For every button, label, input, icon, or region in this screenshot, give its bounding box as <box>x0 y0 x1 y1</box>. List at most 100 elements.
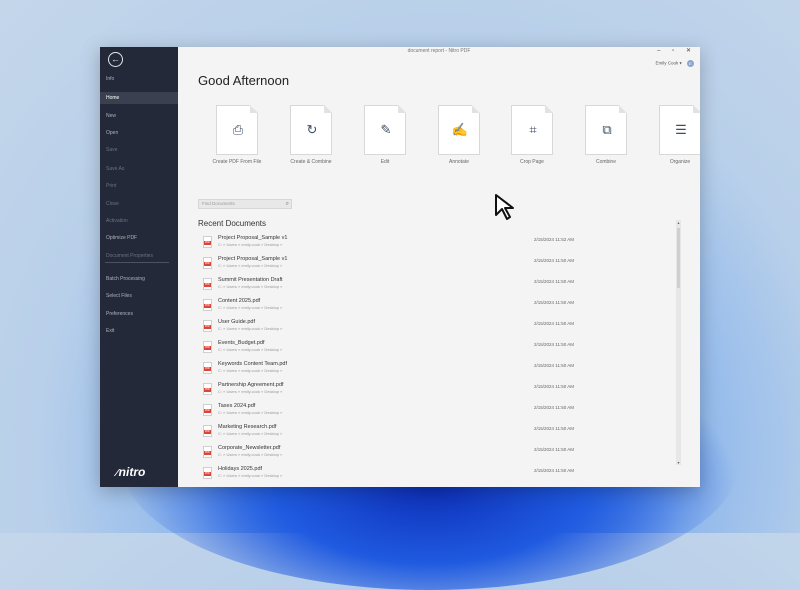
document-date: 2/15/2024 11:50 AM <box>534 468 574 473</box>
document-date: 2/15/2024 11:52 AM <box>534 237 574 242</box>
document-date: 2/15/2024 11:50 AM <box>534 363 574 368</box>
logo-text: nitro <box>118 465 146 479</box>
combine-icon: ⧉ <box>602 122 612 137</box>
list-item[interactable]: PDF Marketing Research.pdf C: » Users » em… <box>200 422 580 442</box>
list-item[interactable]: PDF Taxes 2024.pdf C: » Users » emily.cook… <box>200 401 580 421</box>
document-name[interactable]: Marketing Research.pdf <box>218 424 276 430</box>
document-name[interactable]: Taxes 2024.pdf <box>218 403 255 409</box>
tile-label[interactable]: Combine <box>571 159 641 165</box>
annotate-icon: ✍ <box>451 122 469 137</box>
document-path: C: » Users » emily.cook » Desktop » <box>218 263 283 268</box>
scroll-thumb[interactable] <box>677 228 680 288</box>
scroll-down-icon[interactable]: ▾ <box>676 460 681 465</box>
sidebar-item-batch-processing[interactable]: Batch Processing <box>100 273 178 285</box>
list-item[interactable]: PDF Content 2025.pdf C: » Users » emily.co… <box>200 296 580 316</box>
list-item[interactable]: PDF Corporate_Newsletter.pdf C: » Users » … <box>200 443 580 463</box>
document-name[interactable]: Holidays 2025.pdf <box>218 466 262 472</box>
list-item[interactable]: PDF Holidays 2025.pdf C: » Users » emily.c… <box>200 464 580 484</box>
sidebar-item-optimize-pdf[interactable]: Optimize PDF <box>100 232 178 244</box>
sidebar-item-new[interactable]: New <box>100 110 178 122</box>
document-name[interactable]: Partnership Agreement.pdf <box>218 382 283 388</box>
crop-icon: ⌗ <box>529 122 537 137</box>
document-date: 2/15/2024 11:50 AM <box>534 300 574 305</box>
tile-label[interactable]: Edit <box>350 159 420 165</box>
tile-create-pdf-from-file[interactable]: ⎙ <box>216 105 258 155</box>
sidebar-item-save-as[interactable]: Save As <box>100 163 178 175</box>
list-item[interactable]: PDF Events_Budget.pdf C: » Users » emily.c… <box>200 338 580 358</box>
organize-icon: ☰ <box>675 122 687 137</box>
document-name[interactable]: Keywords Content Team.pdf <box>218 361 287 367</box>
document-date: 2/15/2024 11:50 AM <box>534 342 574 347</box>
document-path: C: » Users » emily.cook » Desktop » <box>218 410 283 415</box>
sidebar-item-select-files[interactable]: Select Files <box>100 290 178 302</box>
sidebar-item-save[interactable]: Save <box>100 144 178 156</box>
document-name[interactable]: Project Proposal_Sample v1 <box>218 235 287 241</box>
scroll-up-icon[interactable]: ▴ <box>676 220 681 225</box>
document-path: C: » Users » emily.cook » Desktop » <box>218 326 283 331</box>
scrollbar[interactable]: ▴ ▾ <box>676 220 681 465</box>
document-path: C: » Users » emily.cook » Desktop » <box>218 347 283 352</box>
document-path: C: » Users » emily.cook » Desktop » <box>218 305 283 310</box>
tile-create-combine[interactable]: ↻ <box>290 105 332 155</box>
pdf-file-icon: PDF <box>203 362 212 374</box>
list-item[interactable]: PDF Project Proposal_Sample v1 C: » Users … <box>200 233 580 253</box>
avatar[interactable]: E <box>687 60 694 67</box>
tile-label[interactable]: Organize <box>645 159 700 165</box>
tile-organize[interactable]: ☰ <box>659 105 700 155</box>
search-input[interactable]: Find Documents ⌕ <box>198 199 292 209</box>
document-date: 2/15/2024 11:50 AM <box>534 405 574 410</box>
pdf-file-icon: PDF <box>203 236 212 248</box>
pdf-file-icon: PDF <box>203 446 212 458</box>
nitro-logo: ⁄nitro <box>116 465 145 479</box>
document-path: C: » Users » emily.cook » Desktop » <box>218 389 283 394</box>
pdf-file-icon: PDF <box>203 383 212 395</box>
document-name[interactable]: Summit Presentation Draft <box>218 277 283 283</box>
pdf-file-icon: PDF <box>203 320 212 332</box>
document-name[interactable]: Project Proposal_Sample v1 <box>218 256 287 262</box>
search-icon[interactable]: ⌕ <box>286 200 289 208</box>
list-item[interactable]: PDF User Guide.pdf C: » Users » emily.cook… <box>200 317 580 337</box>
sidebar-item-preferences[interactable]: Preferences <box>100 308 178 320</box>
sidebar-item-exit[interactable]: Exit <box>100 325 178 337</box>
document-date: 2/15/2024 11:50 AM <box>534 279 574 284</box>
sidebar-item-info[interactable]: Info <box>100 73 178 85</box>
sidebar-item-print[interactable]: Print <box>100 180 178 192</box>
document-date: 2/15/2024 11:50 AM <box>534 258 574 263</box>
recent-documents-title: Recent Documents <box>198 219 267 228</box>
document-date: 2/15/2024 11:50 AM <box>534 384 574 389</box>
document-date: 2/15/2024 11:50 AM <box>534 426 574 431</box>
window-title: document report - Nitro PDF <box>407 48 471 54</box>
pdf-file-icon: PDF <box>203 467 212 479</box>
tile-combine[interactable]: ⧉ <box>585 105 627 155</box>
back-arrow-icon[interactable]: ← <box>108 52 123 67</box>
sidebar-divider <box>105 262 169 263</box>
sidebar: ← Info Home New Open Save Save As Print Close Ac… <box>100 47 178 487</box>
document-date: 2/15/2024 11:50 AM <box>534 321 574 326</box>
document-path: C: » Users » emily.cook » Desktop » <box>218 431 283 436</box>
tile-label[interactable]: Annotate <box>424 159 494 165</box>
tile-edit[interactable]: ✎ <box>364 105 406 155</box>
user-menu[interactable]: Emily Cook ▾ E <box>655 60 694 67</box>
list-item[interactable]: PDF Summit Presentation Draft C: » Users »… <box>200 275 580 295</box>
tile-label[interactable]: Create PDF From File <box>202 159 272 165</box>
pdf-file-icon: PDF <box>203 257 212 269</box>
sidebar-item-close[interactable]: Close <box>100 198 178 210</box>
tile-label[interactable]: Crop Page <box>497 159 567 165</box>
window-controls[interactable]: – ▫ ✕ <box>657 47 696 55</box>
list-item[interactable]: PDF Project Proposal_Sample v1 C: » Users … <box>200 254 580 274</box>
tile-annotate[interactable]: ✍ <box>438 105 480 155</box>
list-item[interactable]: PDF Keywords Content Team.pdf C: » Users »… <box>200 359 580 379</box>
sidebar-item-activation[interactable]: Activation <box>100 215 178 227</box>
user-name[interactable]: Emily Cook ▾ <box>655 61 681 66</box>
document-name[interactable]: Content 2025.pdf <box>218 298 260 304</box>
pdf-file-icon: PDF <box>203 425 212 437</box>
document-name[interactable]: Events_Budget.pdf <box>218 340 264 346</box>
tile-crop-page[interactable]: ⌗ <box>511 105 553 155</box>
sidebar-item-document-properties[interactable]: Document Properties <box>100 250 178 262</box>
sidebar-item-home[interactable]: Home <box>100 92 178 104</box>
document-name[interactable]: Corporate_Newsletter.pdf <box>218 445 280 451</box>
sidebar-item-open[interactable]: Open <box>100 127 178 139</box>
list-item[interactable]: PDF Partnership Agreement.pdf C: » Users »… <box>200 380 580 400</box>
document-name[interactable]: User Guide.pdf <box>218 319 255 325</box>
tile-label[interactable]: Create & Combine <box>276 159 346 165</box>
